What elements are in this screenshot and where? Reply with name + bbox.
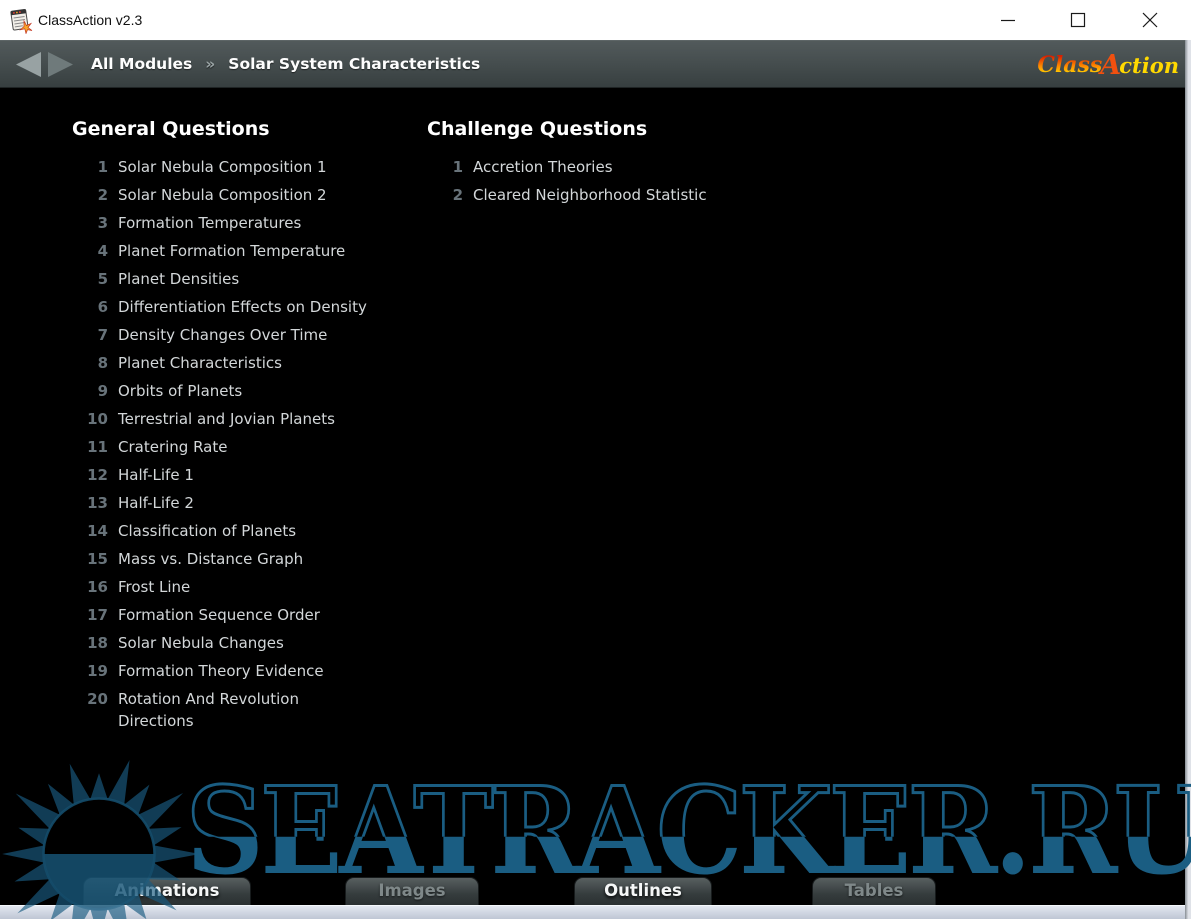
maximize-icon [1070,12,1086,28]
titlebar: ClassAction v2.3 [0,0,1191,40]
question-number: 15 [72,548,118,570]
question-item[interactable]: 14 Classification of Planets [72,520,417,542]
question-label: Cleared Neighborhood Statistic [473,184,707,206]
tab-outlines[interactable]: Outlines [574,877,712,905]
breadcrumb-current-module: Solar System Characteristics [228,55,480,73]
question-item[interactable]: 1 Accretion Theories [427,156,807,178]
question-item[interactable]: 19 Formation Theory Evidence [72,660,417,682]
general-questions-section: General Questions 1 Solar Nebula Composi… [72,118,417,738]
question-number: 6 [72,296,118,318]
question-label: Solar Nebula Composition 2 [118,184,327,206]
question-number: 2 [427,184,473,206]
question-item[interactable]: 4 Planet Formation Temperature [72,240,417,262]
question-label: Half-Life 1 [118,464,194,486]
question-item[interactable]: 10 Terrestrial and Jovian Planets [72,408,417,430]
question-item[interactable]: 11 Cratering Rate [72,436,417,458]
question-item[interactable]: 18 Solar Nebula Changes [72,632,417,654]
question-item[interactable]: 15 Mass vs. Distance Graph [72,548,417,570]
question-item[interactable]: 5 Planet Densities [72,268,417,290]
question-label: Rotation And Revolution Directions [118,688,376,732]
bottom-edge-strip [0,905,1191,919]
question-label: Solar Nebula Changes [118,632,284,654]
question-number: 4 [72,240,118,262]
question-label: Planet Densities [118,268,239,290]
navbar: All Modules » Solar System Characteristi… [0,40,1191,88]
app-icon [9,7,33,38]
window-title: ClassAction v2.3 [38,0,142,40]
question-number: 8 [72,352,118,374]
question-item[interactable]: 6 Differentiation Effects on Density [72,296,417,318]
question-label: Planet Characteristics [118,352,282,374]
breadcrumb-all-modules[interactable]: All Modules [91,55,192,73]
minimize-button[interactable] [992,5,1024,35]
challenge-questions-section: Challenge Questions 1 Accretion Theories… [427,118,807,212]
question-number: 19 [72,660,118,682]
breadcrumb-separator: » [205,55,215,73]
question-label: Formation Sequence Order [118,604,320,626]
question-number: 2 [72,184,118,206]
tab-images[interactable]: Images [345,877,479,905]
forward-icon[interactable] [46,51,75,78]
right-edge-strip [1185,40,1191,919]
question-label: Frost Line [118,576,190,598]
question-item[interactable]: 3 Formation Temperatures [72,212,417,234]
question-number: 1 [427,156,473,178]
maximize-button[interactable] [1062,5,1094,35]
question-item[interactable]: 17 Formation Sequence Order [72,604,417,626]
question-label: Formation Theory Evidence [118,660,324,682]
question-number: 11 [72,436,118,458]
general-questions-list: 1 Solar Nebula Composition 1 2 Solar Neb… [72,156,417,732]
question-number: 1 [72,156,118,178]
question-number: 17 [72,604,118,626]
question-item[interactable]: 9 Orbits of Planets [72,380,417,402]
breadcrumb: All Modules » Solar System Characteristi… [91,55,480,73]
question-label: Orbits of Planets [118,380,242,402]
question-item[interactable]: 16 Frost Line [72,576,417,598]
question-number: 9 [72,380,118,402]
question-number: 20 [72,688,118,732]
challenge-questions-title: Challenge Questions [427,118,807,140]
close-icon [1141,11,1159,29]
nav-arrows [14,51,75,78]
question-number: 16 [72,576,118,598]
question-number: 13 [72,492,118,514]
question-item[interactable]: 2 Solar Nebula Composition 2 [72,184,417,206]
general-questions-title: General Questions [72,118,417,140]
back-icon[interactable] [14,51,43,78]
question-label: Formation Temperatures [118,212,301,234]
question-item[interactable]: 1 Solar Nebula Composition 1 [72,156,417,178]
question-number: 18 [72,632,118,654]
question-label: Terrestrial and Jovian Planets [118,408,335,430]
question-number: 5 [72,268,118,290]
question-label: Density Changes Over Time [118,324,327,346]
tab-animations[interactable]: Animations [83,877,251,905]
classaction-logo: ClassAction [1037,44,1179,86]
question-label: Planet Formation Temperature [118,240,345,262]
question-label: Half-Life 2 [118,492,194,514]
question-item[interactable]: 20 Rotation And Revolution Directions [72,688,417,732]
challenge-questions-list: 1 Accretion Theories 2 Cleared Neighborh… [427,156,807,206]
question-number: 14 [72,520,118,542]
minimize-icon [1000,12,1016,28]
question-label: Solar Nebula Composition 1 [118,156,327,178]
question-item[interactable]: 12 Half-Life 1 [72,464,417,486]
classaction-window: ClassAction v2.3 [0,0,1191,919]
question-number: 7 [72,324,118,346]
question-item[interactable]: 7 Density Changes Over Time [72,324,417,346]
question-item[interactable]: 8 Planet Characteristics [72,352,417,374]
question-label: Cratering Rate [118,436,227,458]
question-item[interactable]: 13 Half-Life 2 [72,492,417,514]
question-label: Differentiation Effects on Density [118,296,367,318]
question-label: Mass vs. Distance Graph [118,548,303,570]
question-item[interactable]: 2 Cleared Neighborhood Statistic [427,184,807,206]
question-label: Classification of Planets [118,520,296,542]
question-number: 10 [72,408,118,430]
close-button[interactable] [1134,5,1166,35]
tab-tables[interactable]: Tables [812,877,936,905]
question-label: Accretion Theories [473,156,613,178]
question-number: 3 [72,212,118,234]
question-number: 12 [72,464,118,486]
